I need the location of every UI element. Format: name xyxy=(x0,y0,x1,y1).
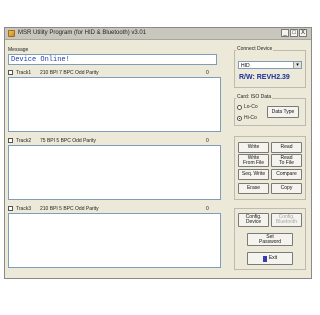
message-field: Device Online! xyxy=(8,54,217,65)
track3-checkbox[interactable] xyxy=(8,206,13,211)
message-label: Message xyxy=(8,47,29,53)
set-password-button[interactable]: Set Password xyxy=(247,233,293,246)
config-device-line2: Device xyxy=(245,219,262,225)
read-button[interactable]: Read xyxy=(271,142,302,153)
window-title: MSR Utility Program (for HID & Bluetooth… xyxy=(18,30,147,36)
track1-data-area[interactable] xyxy=(8,77,221,132)
track3-count: 0 xyxy=(206,206,209,212)
track1-format: 210 BPI 7 BPC Odd Parity xyxy=(40,70,99,76)
close-button[interactable]: X xyxy=(299,29,307,37)
title-bar: MSR Utility Program (for HID & Bluetooth… xyxy=(5,28,311,40)
track3-format: 210 BPI 5 BPC Odd Parity xyxy=(40,206,99,212)
rw-version: R/W: REVH2.39 xyxy=(239,74,290,81)
track1-label: Track1 xyxy=(16,70,32,76)
track2-count: 0 xyxy=(206,138,209,144)
connect-device-group xyxy=(234,50,306,88)
seq-write-button[interactable]: Seq. Write xyxy=(238,169,269,180)
lo-co-label: Lo-Co xyxy=(244,104,258,110)
set-password-line2: Password xyxy=(259,238,281,245)
config-bluetooth-line2: Bluetooth xyxy=(275,219,298,225)
write-button[interactable]: Write xyxy=(238,142,269,153)
compare-button[interactable]: Compare xyxy=(271,169,302,180)
write-from-file-button[interactable]: Write From File xyxy=(238,154,269,167)
data-type-button[interactable]: Data Type xyxy=(267,106,299,118)
chevron-down-icon: ▾ xyxy=(293,62,301,68)
minimize-button[interactable]: _ xyxy=(281,29,289,37)
exit-button[interactable]: Exit xyxy=(247,252,293,265)
config-device-button[interactable]: Config. Device xyxy=(238,213,269,227)
device-select-value: HID xyxy=(241,63,250,69)
track3-data-area[interactable] xyxy=(8,213,221,268)
track2-checkbox[interactable] xyxy=(8,138,13,143)
exit-door-icon xyxy=(262,255,267,262)
read-to-file-button[interactable]: Read To File xyxy=(271,154,302,167)
connect-device-label: Connect Device xyxy=(236,46,274,52)
hi-co-radio[interactable] xyxy=(237,116,242,121)
config-bluetooth-button[interactable]: Config. Bluetooth xyxy=(271,213,302,227)
device-select[interactable]: HID ▾ xyxy=(238,61,302,69)
main-window: MSR Utility Program (for HID & Bluetooth… xyxy=(4,27,312,279)
write-from-file-line2: From File xyxy=(242,159,265,166)
copy-button[interactable]: Copy xyxy=(271,183,302,194)
erase-button[interactable]: Erase xyxy=(238,183,269,194)
track1-count: 0 xyxy=(206,70,209,76)
app-icon xyxy=(8,30,15,37)
lo-co-radio[interactable] xyxy=(237,105,242,110)
maximize-button[interactable]: □ xyxy=(290,29,298,37)
card-iso-label: Card: ISO Data xyxy=(236,94,273,100)
exit-label: Exit xyxy=(268,255,278,261)
track1-checkbox[interactable] xyxy=(8,70,13,75)
track2-label: Track2 xyxy=(16,138,32,144)
track3-label: Track3 xyxy=(16,206,32,212)
read-to-file-line2: To File xyxy=(279,159,294,166)
hi-co-label: Hi-Co xyxy=(244,115,257,121)
track2-format: 75 BPI 5 BPC Odd Parity xyxy=(40,138,96,144)
track2-data-area[interactable] xyxy=(8,145,221,200)
